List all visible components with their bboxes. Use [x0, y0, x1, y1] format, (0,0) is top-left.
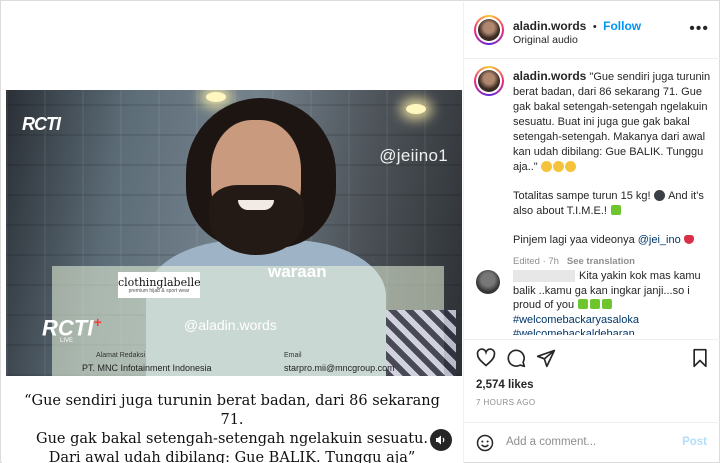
caption-para-1: aladin.words "Gue sendiri juga turunin b… [513, 69, 713, 175]
caption-avatar[interactable] [474, 66, 504, 96]
person-mouth [238, 200, 274, 210]
post-side-panel: aladin.words • Follow Original audio •••… [463, 2, 720, 463]
post-media: RCTI @jeiino1 clothinglabelle premium hi… [2, 2, 463, 463]
caption-meta: Edited · 7h See translation [513, 254, 713, 269]
author-avatar[interactable] [474, 15, 504, 45]
caption-quote: "Gue sendiri juga turunin berat badan, d… [513, 71, 711, 173]
rcti-plus-text: RCTI [42, 315, 94, 341]
address-title: Alamat Redaksi [96, 352, 146, 359]
commenter-avatar[interactable] [476, 270, 500, 294]
separator-dot: • [592, 21, 597, 33]
watermark-jeiino: @jeiino1 [379, 146, 448, 165]
post-caption: aladin.words "Gue sendiri juga turunin b… [513, 69, 713, 269]
add-comment-bar: Add a comment... Post [464, 422, 720, 463]
post-frame: RCTI @jeiino1 clothinglabelle premium hi… [0, 0, 720, 463]
clothing-brand-tagline: premium hijab & sport wear [128, 288, 190, 294]
hashtag-link[interactable]: #welcomebackaldebaran [513, 327, 709, 335]
avatar-photo [478, 19, 500, 41]
author-username[interactable]: aladin.words [513, 19, 586, 33]
mute-button[interactable] [430, 429, 452, 451]
red-heart-icon [683, 235, 694, 244]
caption-credit: Pinjem lagi yaa videonya [513, 234, 635, 246]
caption-totalitas: Totalitas sampe turun 15 kg! [513, 190, 651, 202]
address-line: PT. MNC Infotainment Indonesia [82, 363, 212, 373]
original-audio-link[interactable]: Original audio [513, 34, 578, 46]
share-plane-icon[interactable] [536, 348, 556, 368]
quote-subtitle: “Gue sendiri juga turunin berat badan, d… [22, 392, 442, 463]
quote-line: Gue gak bakal setengah-setengah ngelakui… [35, 431, 429, 447]
caption-username[interactable]: aladin.words [513, 69, 586, 83]
save-bookmark-icon[interactable] [691, 348, 709, 368]
caption-para-2: Totalitas sampe turun 15 kg! And it's al… [513, 189, 713, 219]
header-user-line: aladin.words • Follow [513, 17, 641, 35]
clap-emoji-icon [540, 161, 577, 173]
caption-para-3: Pinjem lagi yaa videonya @jei_ino [513, 233, 713, 248]
ceiling-light [406, 104, 426, 114]
person-beard [209, 185, 304, 255]
decorative-pattern [386, 310, 456, 376]
quote-line: Dari awal udah dibilang: Gue BALIK. Tung… [48, 450, 416, 463]
speaker-icon [436, 435, 445, 445]
scream-emoji-icon [653, 190, 665, 201]
green-heart-icon [611, 205, 622, 215]
see-translation-link[interactable]: See translation [567, 256, 635, 267]
mention-link[interactable]: @jei_ino [638, 234, 681, 246]
follow-button[interactable]: Follow [603, 19, 641, 33]
video-player[interactable]: RCTI @jeiino1 clothinglabelle premium hi… [6, 90, 462, 376]
rcti-plus-sign: + [93, 314, 102, 330]
like-heart-icon[interactable] [476, 348, 496, 368]
sponsor-logo: waraan [268, 262, 327, 281]
hashtag-link[interactable]: #welcomebackaryasaloka [513, 313, 709, 328]
ceiling-light [206, 92, 226, 102]
clothing-brand-logo: clothinglabelle [118, 272, 201, 298]
watermark-aladin: @aladin.words [184, 317, 277, 333]
emoji-icon[interactable] [476, 434, 494, 452]
post-timestamp: 7 HOURS AGO [476, 398, 536, 407]
edited-timestamp: Edited · 7h [513, 256, 559, 267]
comment-item: Kita yakin kok mas kamu balik ..kamu ga … [513, 269, 709, 335]
likes-count[interactable]: 2,574 likes [476, 379, 534, 391]
live-tag: LIVE [60, 338, 74, 344]
green-hearts-icon [577, 299, 613, 311]
comment-input[interactable]: Add a comment... [506, 436, 596, 448]
email-title: Email [284, 352, 302, 359]
email-line: starpro.mii@mncgroup.com [284, 363, 395, 373]
quote-line: “Gue sendiri juga turunin berat badan, d… [24, 393, 440, 428]
redacted-username [513, 270, 575, 283]
more-options-icon[interactable]: ••• [689, 20, 709, 38]
comment-bubble-icon[interactable] [506, 348, 526, 368]
post-comment-button[interactable]: Post [682, 436, 707, 448]
post-header: aladin.words • Follow Original audio ••• [464, 2, 720, 59]
rcti-logo: RCTI [22, 114, 61, 134]
avatar-photo [478, 70, 500, 92]
